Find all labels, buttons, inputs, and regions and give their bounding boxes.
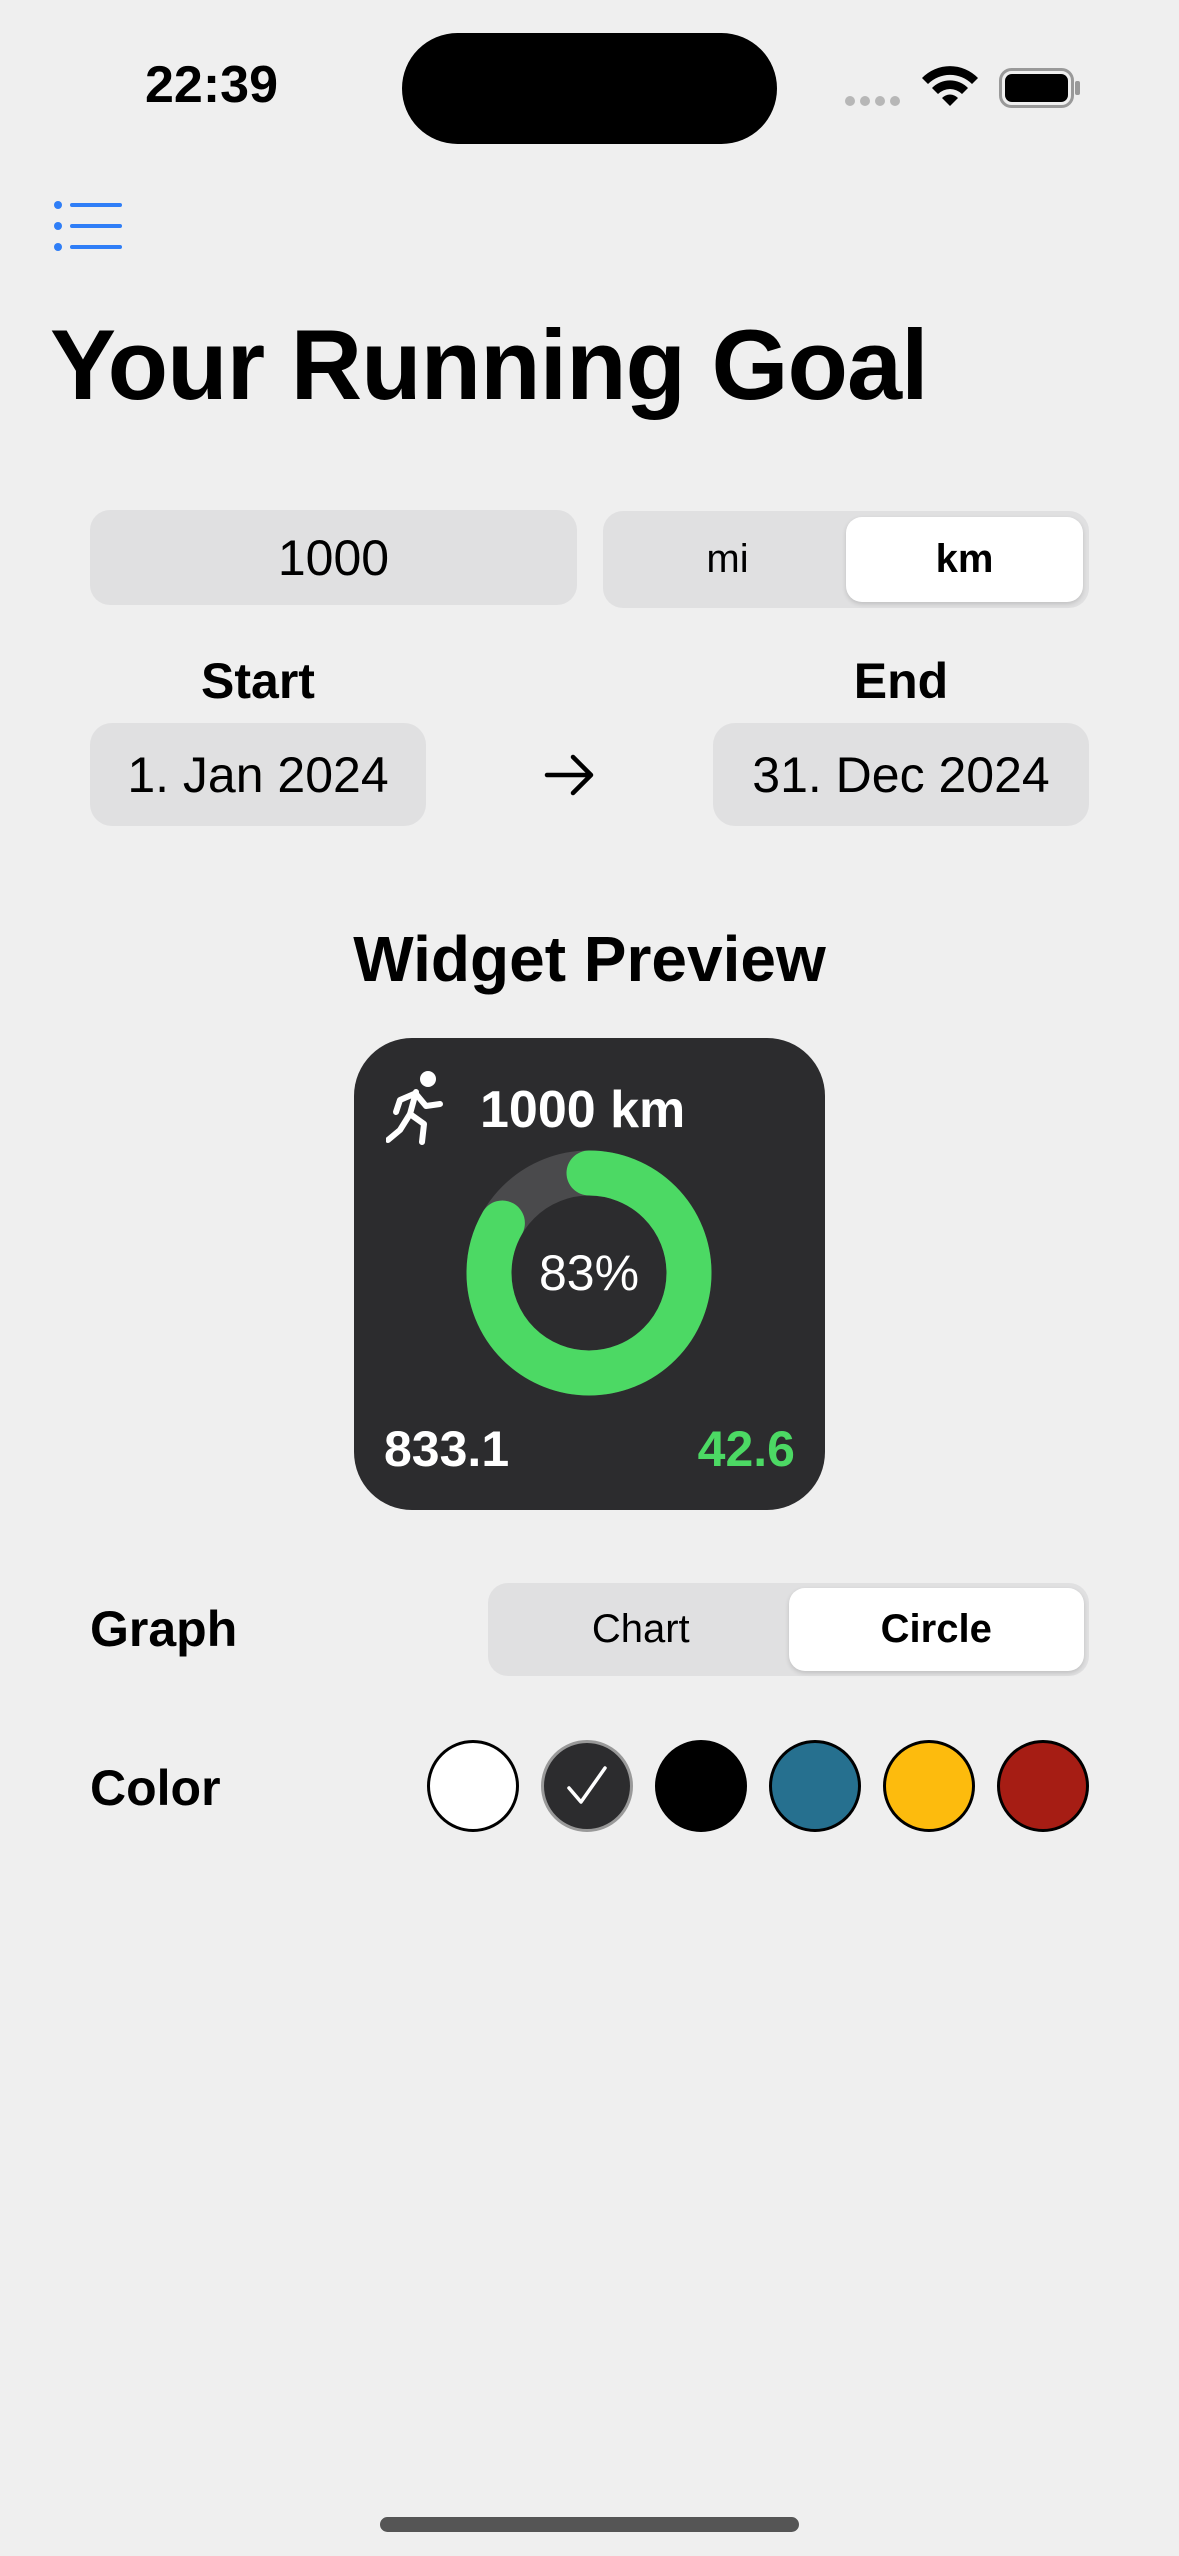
start-date-picker[interactable]: 1. Jan 2024 [90, 723, 426, 826]
arrow-right-icon [544, 754, 594, 796]
widget-preview-title: Widget Preview [353, 923, 826, 995]
home-indicator [380, 2517, 799, 2532]
page-title: Your Running Goal [50, 309, 929, 420]
checkmark-icon [567, 1766, 607, 1804]
graph-circle-segment[interactable]: Circle [788, 1588, 1084, 1671]
start-date-label: Start [201, 653, 315, 709]
wifi-icon [922, 66, 978, 106]
color-swatch[interactable] [541, 1740, 633, 1832]
color-swatch[interactable] [427, 1740, 519, 1832]
distance-remaining: 42.6 [697, 1421, 795, 1477]
dynamic-island [402, 33, 777, 144]
graph-label: Graph [90, 1601, 238, 1657]
battery-icon [999, 68, 1080, 108]
end-date-label: End [853, 653, 949, 709]
goal-distance-input[interactable]: 1000 [90, 510, 577, 605]
color-swatch[interactable] [769, 1740, 861, 1832]
cellular-signal-icon [845, 95, 905, 107]
widget-goal-text: 1000 km [480, 1081, 686, 1139]
figure-run-icon [386, 1071, 443, 1145]
color-swatch[interactable] [997, 1740, 1089, 1832]
distance-done: 833.1 [384, 1421, 510, 1477]
status-time: 22:39 [145, 56, 278, 114]
color-swatch[interactable] [655, 1740, 747, 1832]
widget-preview: 1000 km 83% 833.1 42.6 [354, 1038, 825, 1510]
unit-mi-segment[interactable]: mi [609, 517, 846, 602]
color-swatch[interactable] [883, 1740, 975, 1832]
progress-percent: 83% [538, 1245, 640, 1301]
graph-segmented-control: Chart Circle [488, 1583, 1089, 1676]
unit-km-segment[interactable]: km [846, 517, 1083, 602]
list-icon[interactable] [54, 200, 122, 252]
unit-segmented-control: mi km [603, 511, 1089, 608]
end-date-picker[interactable]: 31. Dec 2024 [713, 723, 1089, 826]
color-label: Color [90, 1760, 221, 1816]
graph-chart-segment[interactable]: Chart [493, 1588, 789, 1671]
